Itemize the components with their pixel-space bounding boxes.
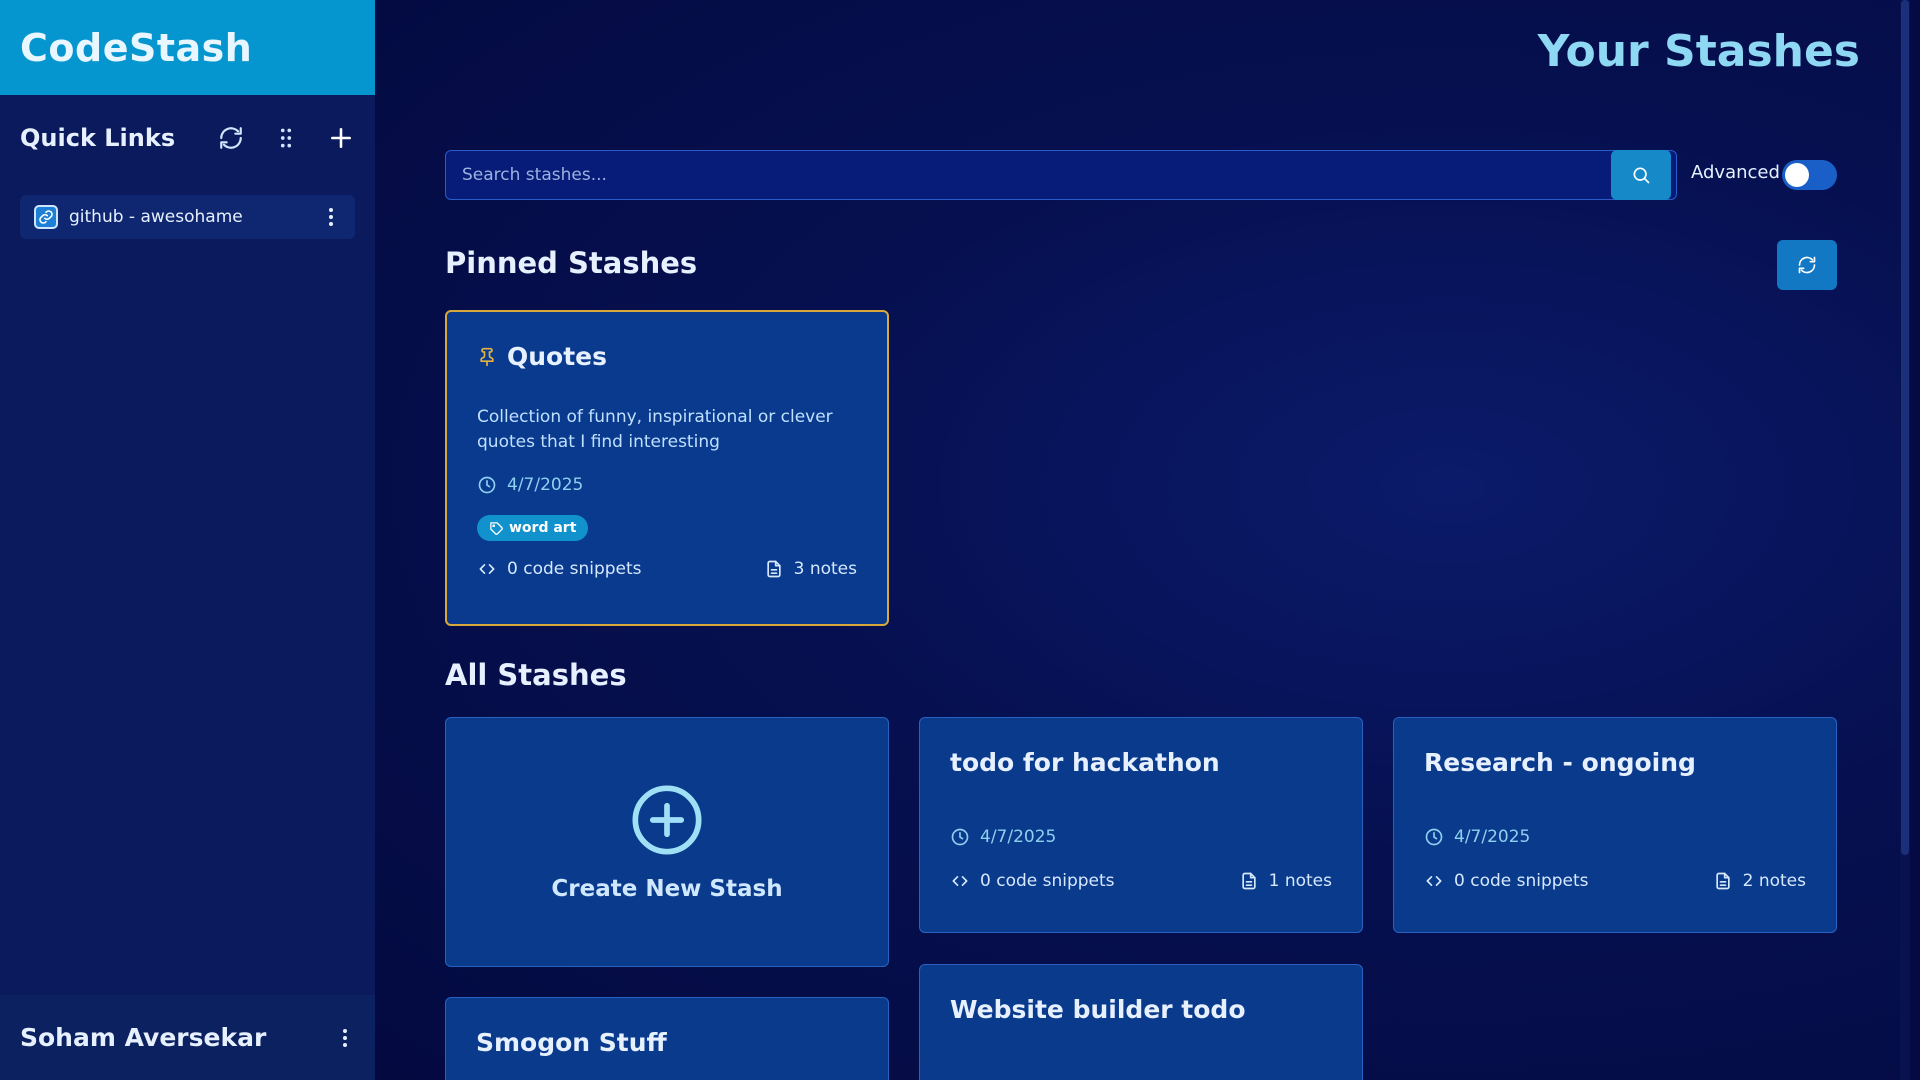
note-icon [1241, 872, 1256, 890]
advanced-toggle[interactable] [1782, 160, 1837, 190]
quick-link-item[interactable]: github - awesohame [20, 195, 355, 239]
refresh-icon[interactable] [217, 124, 245, 152]
stash-date-row: 4/7/2025 [477, 475, 857, 495]
stash-stats: 0 code snippets 3 notes [477, 559, 857, 579]
app-title[interactable]: CodeStash [20, 26, 252, 70]
stash-title: Research - ongoing [1424, 748, 1696, 777]
main-content: Your Stashes Advanced Pinned Stashes Quo… [375, 0, 1910, 1080]
link-menu-icon[interactable] [321, 205, 341, 229]
snippet-count: 0 code snippets [980, 871, 1115, 891]
note-icon [766, 560, 781, 578]
quick-links-header: Quick Links [0, 95, 375, 181]
quick-links-title: Quick Links [20, 124, 176, 152]
stash-card[interactable]: todo for hackathon 4/7/2025 0 code snipp… [919, 717, 1363, 933]
user-bar: Soham Aversekar [0, 995, 375, 1080]
code-icon [1426, 876, 1442, 886]
stash-title: Website builder todo [950, 995, 1246, 1024]
code-icon [479, 564, 495, 574]
advanced-label: Advanced [1691, 162, 1780, 183]
create-stash-card[interactable]: Create New Stash [445, 717, 889, 967]
pin-icon[interactable] [477, 346, 497, 368]
stash-card[interactable]: Website builder todo [919, 964, 1363, 1080]
snippet-count: 0 code snippets [507, 559, 642, 579]
clock-icon [951, 828, 969, 846]
stash-card[interactable]: Smogon Stuff [445, 997, 889, 1080]
note-count: 2 notes [1742, 871, 1806, 891]
drag-grid-icon[interactable] [272, 124, 300, 152]
sidebar: CodeStash Quick Links github - awesohame… [0, 0, 375, 1080]
stash-date-row: 4/7/2025 [950, 827, 1332, 847]
plus-circle-icon [632, 785, 702, 855]
stash-card[interactable]: Research - ongoing 4/7/2025 0 code snipp… [1393, 717, 1837, 933]
note-count: 1 notes [1268, 871, 1332, 891]
search-icon [1633, 167, 1650, 184]
search-button[interactable] [1611, 150, 1671, 200]
stash-date: 4/7/2025 [980, 827, 1057, 847]
stash-date-row: 4/7/2025 [1424, 827, 1806, 847]
snippet-count: 0 code snippets [1454, 871, 1589, 891]
all-section-title: All Stashes [445, 658, 627, 692]
scrollbar[interactable] [1900, 0, 1910, 1080]
stash-stats: 0 code snippets 2 notes [1424, 871, 1806, 891]
stash-tag[interactable]: word art [477, 515, 589, 541]
search-input[interactable] [462, 165, 1660, 185]
add-link-icon[interactable] [327, 124, 355, 152]
stash-title: Smogon Stuff [476, 1028, 667, 1057]
stash-date: 4/7/2025 [1454, 827, 1531, 847]
user-menu-icon[interactable] [335, 1026, 355, 1050]
clock-icon [1425, 828, 1443, 846]
note-icon [1715, 872, 1730, 890]
search-field[interactable] [445, 150, 1677, 200]
quick-link-label: github - awesohame [69, 207, 243, 227]
user-name: Soham Aversekar [20, 1023, 267, 1052]
stash-title: Quotes [507, 342, 608, 371]
stash-description: Collection of funny, inspirational or cl… [477, 407, 833, 452]
brand-header: CodeStash [0, 0, 375, 95]
code-icon [952, 876, 968, 886]
pinned-stash-card[interactable]: Quotes Collection of funny, inspirationa… [445, 310, 889, 626]
stash-tag-label: word art [509, 520, 577, 536]
toggle-knob [1785, 163, 1809, 187]
clock-icon [478, 476, 496, 494]
refresh-pinned-button[interactable] [1777, 240, 1837, 290]
link-icon [34, 205, 58, 229]
tag-icon [490, 521, 503, 535]
create-stash-label: Create New Stash [551, 876, 783, 902]
stash-stats: 0 code snippets 1 notes [950, 871, 1332, 891]
pinned-section-title: Pinned Stashes [445, 246, 698, 280]
page-title: Your Stashes [1537, 26, 1860, 77]
stash-date: 4/7/2025 [507, 475, 584, 495]
note-count: 3 notes [793, 559, 857, 579]
scrollbar-thumb[interactable] [1901, 0, 1909, 855]
refresh-icon [1798, 256, 1816, 274]
stash-title: todo for hackathon [950, 748, 1220, 777]
